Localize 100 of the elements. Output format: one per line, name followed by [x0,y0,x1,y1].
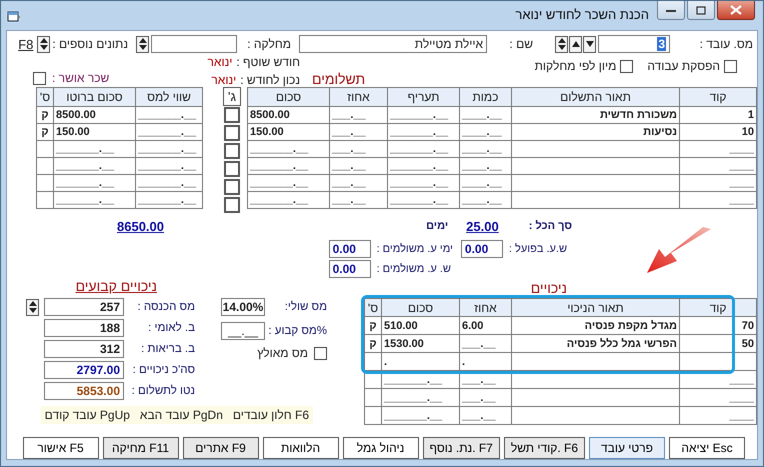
table-cell[interactable]: ____.__ [460,140,512,158]
table-cell[interactable]: ___.__ [460,406,512,424]
table-cell[interactable] [36,140,54,158]
table-cell[interactable]: ק [364,316,382,334]
hours-field[interactable]: 0.00 [460,240,503,258]
table-cell[interactable]: _______.__ [248,192,330,208]
table-cell[interactable]: נסיעות [512,124,680,140]
table-cell[interactable]: _______.__ [136,124,202,140]
checkbox[interactable] [224,107,240,123]
table-cell[interactable]: _______.__ [382,406,460,424]
table-cell[interactable]: ____ [680,158,756,174]
table-cell[interactable]: ____.__ [460,158,512,174]
total-days-link[interactable]: 25.00 [466,218,499,234]
table-cell[interactable]: ___.__ [330,158,388,174]
table-cell[interactable]: מגדל מקפת פנסיה [512,316,680,334]
minimize-button[interactable] [657,1,685,20]
close-button[interactable] [717,1,755,20]
table-cell[interactable]: _______.__ [54,174,136,192]
table-cell[interactable]: _______.__ [388,192,460,208]
table-cell[interactable]: ____.__ [460,106,512,124]
hours-field[interactable]: 0.00 [328,240,371,258]
table-cell[interactable]: 70 [680,316,756,334]
table-cell[interactable]: 50 [680,334,756,352]
action-button[interactable]: קודי תשל. F6 [504,437,585,459]
table-cell[interactable]: 1 [680,106,756,124]
table-cell[interactable] [512,388,680,406]
action-button[interactable]: ניהול גמל [342,437,419,459]
table-cell[interactable]: ק [364,334,382,352]
shortcut-key-link[interactable]: F8 [18,36,34,52]
checkbox[interactable] [314,346,327,360]
table-cell[interactable]: ___.__ [330,140,388,158]
table-cell[interactable] [512,192,680,208]
table-cell[interactable]: 1530.00 [382,334,460,352]
table-cell[interactable] [512,406,680,424]
deduction-field[interactable]: 2797.00 [44,361,124,379]
spinner-button[interactable] [555,36,568,52]
action-button[interactable]: מחיקה F11 [102,437,179,459]
table-cell[interactable]: _______.__ [388,124,460,140]
checkbox[interactable] [224,143,240,159]
spinner-button[interactable] [37,36,50,52]
table-cell[interactable] [36,158,54,174]
table-cell[interactable]: ____.__ [460,174,512,192]
table-cell[interactable]: _______.__ [388,106,460,124]
table-cell[interactable]: 8500.00 [54,106,136,124]
maximize-button[interactable] [687,1,715,20]
table-cell[interactable]: ק [36,106,54,124]
table-cell[interactable]: ___.__ [330,192,388,208]
spinner-button[interactable] [136,36,149,52]
marginal-tax-field[interactable]: 14.00% [221,298,265,316]
table-cell[interactable]: ____ [680,174,756,192]
table-cell[interactable]: _______.__ [388,140,460,158]
table-cell[interactable]: ___.__ [330,174,388,192]
table-cell[interactable]: _______.__ [54,158,136,174]
up-button[interactable] [569,36,582,52]
table-cell[interactable]: _______.__ [136,106,202,124]
table-cell[interactable] [512,174,680,192]
deduction-field[interactable]: 312 [44,340,124,358]
table-cell[interactable]: 150.00 [248,124,330,140]
table-cell[interactable]: 8500.00 [248,106,330,124]
table-cell[interactable]: 150.00 [54,124,136,140]
table-cell[interactable]: ___.__ [330,124,388,140]
checkbox[interactable] [224,179,240,195]
gross-total-link[interactable]: 8650.00 [117,218,164,234]
table-cell[interactable]: . [382,352,460,370]
table-cell[interactable] [36,192,54,208]
table-cell[interactable] [512,352,680,370]
table-cell[interactable]: ___.__ [330,106,388,124]
table-cell[interactable]: _______.__ [136,174,202,192]
action-button[interactable]: אישור F5 [22,437,99,459]
checkbox[interactable] [620,60,634,72]
action-button[interactable]: אתרים F9 [182,437,259,459]
hours-field[interactable]: 0.00 [328,260,371,278]
table-cell[interactable] [36,174,54,192]
table-cell[interactable]: ____ [680,140,756,158]
checkbox[interactable] [33,72,46,85]
table-cell[interactable]: _______.__ [136,158,202,174]
action-button[interactable]: הלוואות [262,437,339,459]
table-cell[interactable]: _______.__ [382,388,460,406]
table-cell[interactable]: _______.__ [136,140,202,158]
fixed-tax-field[interactable]: __.__ [221,322,265,340]
table-cell[interactable]: _______.__ [248,174,330,192]
dropdown-button[interactable] [583,36,596,52]
table-cell[interactable] [512,158,680,174]
table-cell[interactable]: _______.__ [54,140,136,158]
checkbox[interactable] [224,161,240,177]
table-cell[interactable]: _______.__ [136,192,202,208]
table-cell[interactable] [364,388,382,406]
action-button[interactable]: נת. נוסף. F7 [422,437,500,459]
checkbox[interactable] [224,125,240,141]
deduction-field[interactable]: 257 [44,298,124,316]
action-button[interactable]: יציאה Esc [669,437,745,459]
deduction-field[interactable]: 188 [44,319,124,337]
deduction-field[interactable]: 5853.00 [44,382,124,400]
checkbox[interactable] [724,60,737,72]
employee-number-field[interactable]: 3 [598,35,670,53]
table-cell[interactable]: ____.__ [460,124,512,140]
table-cell[interactable]: 510.00 [382,316,460,334]
action-button[interactable]: פרטי עובד [589,437,665,459]
table-cell[interactable]: ____ [680,192,756,208]
checkbox[interactable] [224,197,240,213]
